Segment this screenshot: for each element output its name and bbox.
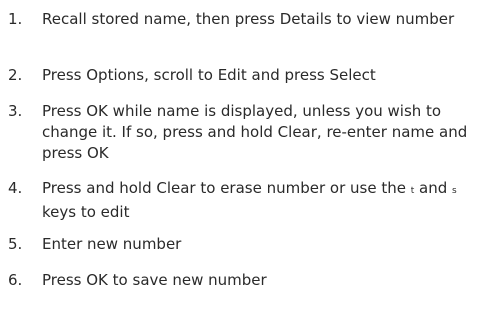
- step-number: 2.: [8, 66, 23, 84]
- key-label-select: Select: [329, 66, 376, 84]
- step-text-part: Press: [42, 102, 87, 120]
- step-text-part: Press: [42, 66, 87, 84]
- step-text-part: keys to edit: [42, 203, 130, 221]
- step-number: 3.: [8, 102, 23, 120]
- step-text: Enter new number: [42, 234, 472, 255]
- key-label-options: Options: [86, 66, 145, 84]
- step-text-part: Press and hold: [42, 179, 157, 197]
- step-text: Press Options, scroll to Edit and press …: [42, 65, 472, 86]
- key-label-ok: OK: [87, 144, 109, 162]
- step-number: 6.: [8, 271, 23, 289]
- step-number: 5.: [8, 235, 23, 253]
- key-label-clear: Clear: [156, 179, 196, 197]
- step-text-part: , scroll to: [144, 66, 218, 84]
- step-text-part: to save new number: [107, 271, 267, 289]
- step-text-part: and: [414, 179, 453, 197]
- key-label-clear: Clear: [277, 123, 317, 141]
- key-label-ok: OK: [86, 271, 108, 289]
- step-text-part: to erase number or use the: [195, 179, 411, 197]
- key-label-ok: OK: [86, 102, 108, 120]
- step-text: Press OK while name is displayed, unless…: [42, 101, 472, 164]
- step-text-part: Enter new number: [42, 235, 182, 253]
- key-label-edit: Edit: [217, 66, 247, 84]
- step-text: Press OK to save new number: [42, 270, 472, 291]
- step-text-part: Press: [42, 271, 87, 289]
- step-text-part: and press: [246, 66, 330, 84]
- step-text-part: to view number: [331, 10, 455, 28]
- down-key-symbol: s: [452, 186, 457, 196]
- step-text-part: Recall stored name, then press: [42, 10, 280, 28]
- key-label-details: Details: [279, 10, 332, 28]
- step-text: Recall stored name, then press Details t…: [42, 9, 472, 30]
- step-number: 1.: [8, 10, 23, 28]
- step-number: 4.: [8, 179, 23, 197]
- step-text: Press and hold Clear to erase number or …: [42, 178, 472, 223]
